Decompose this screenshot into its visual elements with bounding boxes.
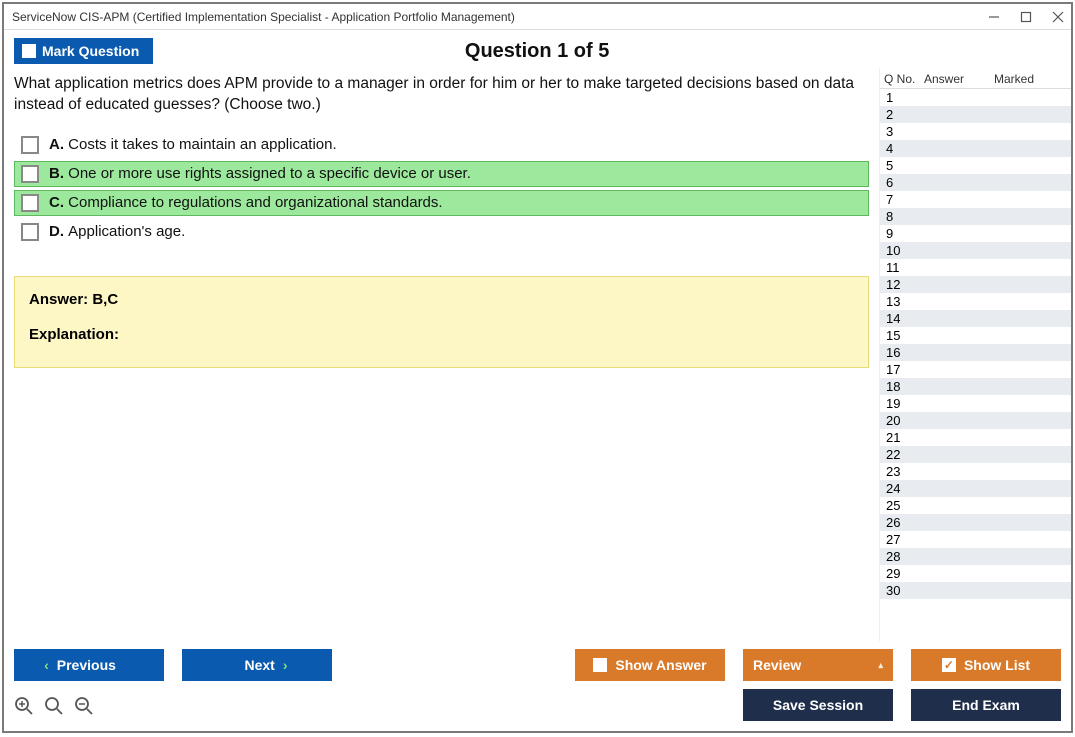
question-list-row[interactable]: 20	[880, 412, 1071, 429]
close-icon[interactable]	[1051, 10, 1065, 24]
minimize-icon[interactable]	[987, 10, 1001, 24]
question-list-row[interactable]: 13	[880, 293, 1071, 310]
question-list-row[interactable]: 8	[880, 208, 1071, 225]
question-list-row[interactable]: 25	[880, 497, 1071, 514]
next-label: Next	[244, 657, 274, 673]
footer-row-2: Save Session End Exam	[14, 689, 1061, 721]
question-list-row[interactable]: 22	[880, 446, 1071, 463]
question-list-row[interactable]: 14	[880, 310, 1071, 327]
dropdown-triangle-icon: ▴	[878, 660, 883, 671]
question-list-row[interactable]: 23	[880, 463, 1071, 480]
question-list-row[interactable]: 3	[880, 123, 1071, 140]
question-text: What application metrics does APM provid…	[14, 74, 869, 116]
question-list-row[interactable]: 24	[880, 480, 1071, 497]
end-exam-label: End Exam	[952, 697, 1020, 713]
question-list-row[interactable]: 4	[880, 140, 1071, 157]
header-row: Mark Question Question 1 of 5	[4, 30, 1071, 68]
zoom-out-icon[interactable]	[74, 696, 94, 716]
question-list-header: Q No. Answer Marked	[880, 70, 1071, 88]
body: What application metrics does APM provid…	[4, 68, 1071, 641]
col-qno: Q No.	[884, 72, 924, 86]
show-answer-label: Show Answer	[615, 657, 706, 673]
zoom-controls	[14, 694, 94, 716]
titlebar-text: ServiceNow CIS-APM (Certified Implementa…	[12, 10, 987, 24]
question-list-row[interactable]: 12	[880, 276, 1071, 293]
question-list-row[interactable]: 29	[880, 565, 1071, 582]
zoom-in-icon[interactable]	[14, 696, 34, 716]
titlebar: ServiceNow CIS-APM (Certified Implementa…	[4, 4, 1071, 30]
question-list-row[interactable]: 17	[880, 361, 1071, 378]
question-list-row[interactable]: 9	[880, 225, 1071, 242]
question-list-row[interactable]: 11	[880, 259, 1071, 276]
explanation-label: Explanation:	[29, 326, 854, 343]
app-window: ServiceNow CIS-APM (Certified Implementa…	[2, 2, 1073, 733]
option-label: C. Compliance to regulations and organiz…	[49, 194, 443, 211]
show-list-label: Show List	[964, 657, 1030, 673]
footer: ‹ Previous Next › Show Answer Review ▴ S…	[4, 641, 1071, 731]
end-exam-button[interactable]: End Exam	[911, 689, 1061, 721]
question-list-row[interactable]: 18	[880, 378, 1071, 395]
chevron-left-icon: ‹	[44, 657, 49, 673]
question-list-row[interactable]: 30	[880, 582, 1071, 599]
option-checkbox[interactable]	[21, 165, 39, 183]
review-button[interactable]: Review ▴	[743, 649, 893, 681]
answer-option[interactable]: B. One or more use rights assigned to a …	[14, 161, 869, 187]
main-column: What application metrics does APM provid…	[4, 68, 879, 641]
question-list-row[interactable]: 7	[880, 191, 1071, 208]
col-marked: Marked	[994, 72, 1067, 86]
window-controls	[987, 10, 1065, 24]
option-checkbox[interactable]	[21, 194, 39, 212]
mark-question-button[interactable]: Mark Question	[14, 38, 153, 64]
previous-label: Previous	[57, 657, 116, 673]
zoom-reset-icon[interactable]	[44, 696, 64, 716]
answer-option[interactable]: D. Application's age.	[14, 219, 869, 245]
question-list-row[interactable]: 2	[880, 106, 1071, 123]
show-list-button[interactable]: Show List	[911, 649, 1061, 681]
question-list[interactable]: 1234567891011121314151617181920212223242…	[880, 88, 1071, 641]
col-answer: Answer	[924, 72, 994, 86]
question-list-panel: Q No. Answer Marked 12345678910111213141…	[879, 68, 1071, 641]
question-list-row[interactable]: 1	[880, 89, 1071, 106]
question-counter: Question 1 of 5	[153, 40, 921, 63]
option-label: A. Costs it takes to maintain an applica…	[49, 136, 337, 153]
question-list-row[interactable]: 10	[880, 242, 1071, 259]
answer-option[interactable]: A. Costs it takes to maintain an applica…	[14, 132, 869, 158]
previous-button[interactable]: ‹ Previous	[14, 649, 164, 681]
next-button[interactable]: Next ›	[182, 649, 332, 681]
review-label: Review	[753, 657, 801, 673]
option-checkbox[interactable]	[21, 136, 39, 154]
answer-option[interactable]: C. Compliance to regulations and organiz…	[14, 190, 869, 216]
mark-checkbox-icon	[22, 44, 36, 58]
option-checkbox[interactable]	[21, 223, 39, 241]
save-session-button[interactable]: Save Session	[743, 689, 893, 721]
question-list-row[interactable]: 27	[880, 531, 1071, 548]
question-list-row[interactable]: 19	[880, 395, 1071, 412]
show-list-checkbox-icon	[942, 658, 956, 672]
question-list-row[interactable]: 15	[880, 327, 1071, 344]
footer-row-1: ‹ Previous Next › Show Answer Review ▴ S…	[14, 649, 1061, 681]
answer-panel: Answer: B,C Explanation:	[14, 276, 869, 368]
chevron-right-icon: ›	[283, 657, 288, 673]
options-list: A. Costs it takes to maintain an applica…	[14, 132, 869, 248]
question-list-row[interactable]: 5	[880, 157, 1071, 174]
question-list-row[interactable]: 6	[880, 174, 1071, 191]
maximize-icon[interactable]	[1019, 10, 1033, 24]
show-answer-checkbox-icon	[593, 658, 607, 672]
show-answer-button[interactable]: Show Answer	[575, 649, 725, 681]
option-label: B. One or more use rights assigned to a …	[49, 165, 471, 182]
question-list-row[interactable]: 26	[880, 514, 1071, 531]
mark-question-label: Mark Question	[42, 43, 139, 59]
save-session-label: Save Session	[773, 697, 863, 713]
answer-line: Answer: B,C	[29, 291, 854, 308]
question-list-row[interactable]: 16	[880, 344, 1071, 361]
question-list-row[interactable]: 28	[880, 548, 1071, 565]
option-label: D. Application's age.	[49, 223, 185, 240]
question-list-row[interactable]: 21	[880, 429, 1071, 446]
